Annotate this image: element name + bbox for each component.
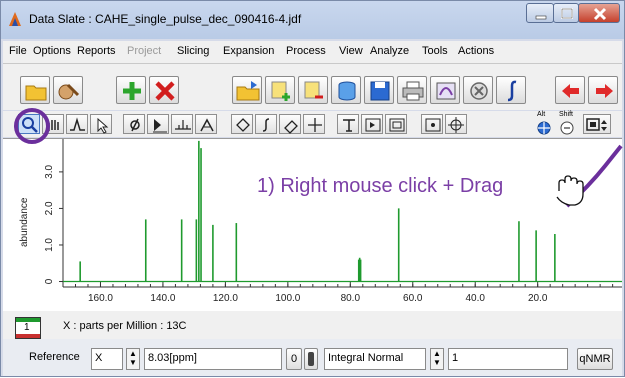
highlight-circle [14,108,50,144]
data-slate-window: Data Slate : CAHE_single_pulse_dec_09041… [0,0,625,377]
hand-cursor-icon [556,175,584,206]
instruction-annotation: 1) Right mouse click + Drag [257,175,504,197]
